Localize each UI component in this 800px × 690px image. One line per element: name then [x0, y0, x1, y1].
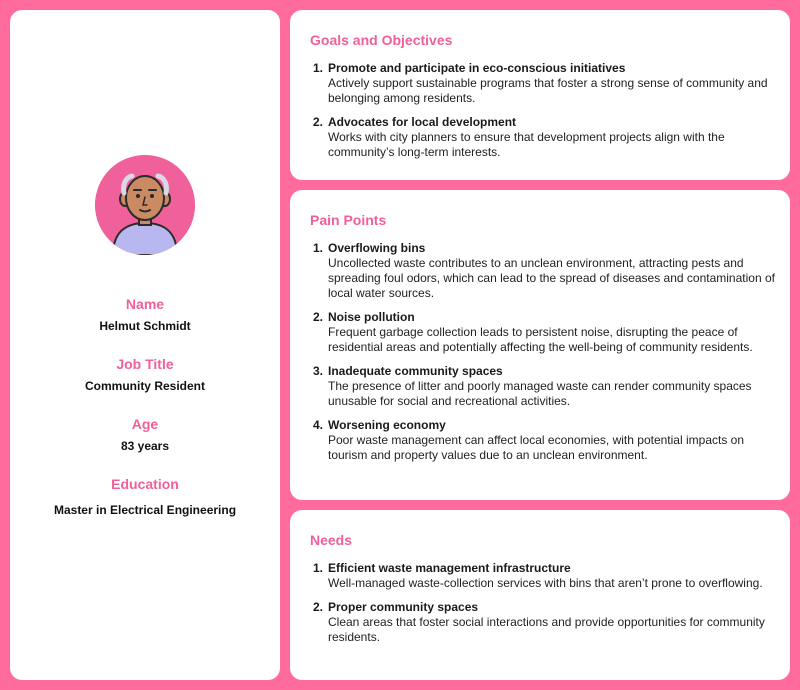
pain-points-list: 1. Overflowing bins Uncollected waste co…: [310, 241, 780, 472]
item-description: The presence of litter and poorly manage…: [328, 379, 752, 408]
education-label: Education: [111, 476, 179, 492]
item-description: Poor waste management can affect local e…: [328, 433, 745, 462]
item-title: Promote and participate in eco-conscious…: [328, 61, 626, 75]
elderly-man-avatar-icon: [95, 155, 195, 255]
item-title: Inadequate community spaces: [328, 364, 503, 378]
job-title-field: Job Title Community Resident: [10, 356, 280, 393]
list-item: 2. Proper community spaces Clean areas t…: [310, 600, 780, 645]
item-description: Actively support sustainable programs th…: [328, 76, 768, 105]
item-title: Efficient waste management infrastructur…: [328, 561, 571, 575]
item-description: Works with city planners to ensure that …: [328, 130, 725, 159]
list-item: 3. Inadequate community spaces The prese…: [310, 364, 780, 409]
list-item: 2. Noise pollution Frequent garbage coll…: [310, 310, 780, 355]
item-number: 1.: [313, 61, 324, 75]
item-description: Well-managed waste-collection services w…: [328, 576, 763, 590]
item-title: Worsening economy: [328, 418, 446, 432]
job-title-label: Job Title: [116, 356, 174, 372]
item-number: 3.: [313, 364, 324, 378]
education-field: Education Master in Electrical Engineeri…: [10, 476, 280, 517]
item-number: 4.: [313, 418, 324, 432]
pain-points-card: Pain Points 1. Overflowing bins Uncollec…: [290, 190, 790, 500]
needs-list: 1. Efficient waste management infrastruc…: [310, 561, 780, 654]
list-item: 2. Advocates for local development Works…: [310, 115, 780, 160]
goals-title: Goals and Objectives: [310, 32, 453, 48]
item-number: 1.: [313, 561, 324, 575]
list-item: 4. Worsening economy Poor waste manageme…: [310, 418, 780, 463]
pain-points-title: Pain Points: [310, 212, 387, 228]
needs-card: Needs 1. Efficient waste management infr…: [290, 510, 790, 680]
age-field: Age 83 years: [10, 416, 280, 453]
item-title: Advocates for local development: [328, 115, 517, 129]
list-item: 1. Efficient waste management infrastruc…: [310, 561, 780, 591]
name-label: Name: [125, 296, 165, 312]
item-description: Uncollected waste contributes to an uncl…: [328, 256, 775, 300]
profile-card: Name Helmut Schmidt Job Title Community …: [10, 10, 280, 680]
name-value: Helmut Schmidt: [99, 319, 191, 333]
item-description: Frequent garbage collection leads to per…: [328, 325, 753, 354]
list-item: 1. Overflowing bins Uncollected waste co…: [310, 241, 780, 301]
item-number: 2.: [313, 600, 324, 614]
item-number: 1.: [313, 241, 324, 255]
age-value: 83 years: [120, 439, 170, 453]
name-field: Name Helmut Schmidt: [10, 296, 280, 333]
item-description: Clean areas that foster social interacti…: [328, 615, 765, 644]
goals-list: 1. Promote and participate in eco-consci…: [310, 61, 780, 169]
item-title: Noise pollution: [328, 310, 415, 324]
needs-title: Needs: [310, 532, 353, 548]
item-number: 2.: [313, 115, 324, 129]
age-label: Age: [131, 416, 159, 432]
goals-card: Goals and Objectives 1. Promote and part…: [290, 10, 790, 180]
item-number: 2.: [313, 310, 324, 324]
item-title: Proper community spaces: [328, 600, 479, 614]
education-value: Master in Electrical Engineering: [53, 503, 237, 517]
list-item: 1. Promote and participate in eco-consci…: [310, 61, 780, 106]
item-title: Overflowing bins: [328, 241, 426, 255]
job-title-value: Community Resident: [84, 379, 205, 393]
